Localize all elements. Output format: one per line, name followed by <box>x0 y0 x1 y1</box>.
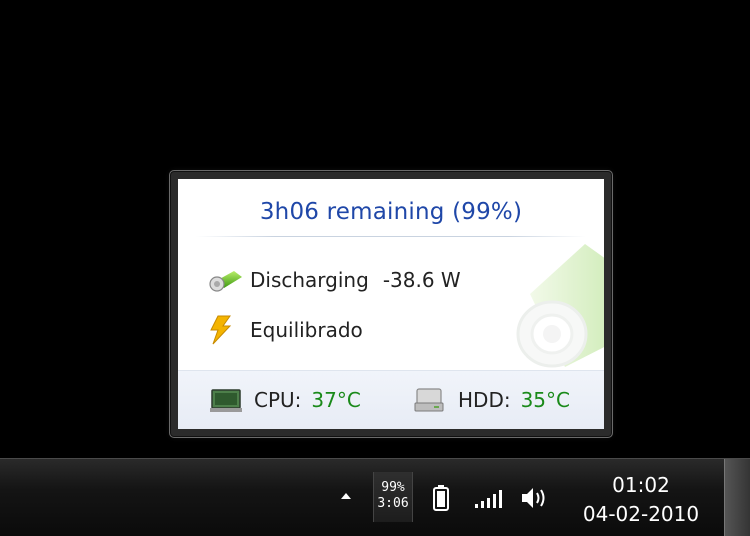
show-hidden-icons-arrow-icon[interactable] <box>339 489 353 503</box>
battery-charge-icon <box>208 264 248 296</box>
clock-time: 01:02 <box>612 473 670 497</box>
cpu-label: CPU: <box>254 388 302 412</box>
clock-date: 04-02-2010 <box>582 502 700 526</box>
battery-popup: 3h06 remaining (99%) Discharging -38.6 W… <box>169 170 613 438</box>
battery-icon[interactable] <box>432 484 450 512</box>
lightning-icon <box>208 314 248 346</box>
cpu-temp-item: CPU: 37°C <box>210 385 361 415</box>
power-plan-row[interactable]: Equilibrado <box>208 313 363 347</box>
power-plan-label[interactable]: Equilibrado <box>250 318 363 342</box>
title-divider <box>196 236 586 237</box>
power-value: -38.6 W <box>382 268 461 292</box>
taskbar: 99% 3:06 01:02 04-02-2010 <box>0 458 750 536</box>
system-clock[interactable]: 01:02 04-02-2010 <box>576 471 706 529</box>
battery-popup-body: 3h06 remaining (99%) Discharging -38.6 W… <box>178 179 604 429</box>
remaining-title: 3h06 remaining (99%) <box>259 199 523 225</box>
volume-icon[interactable] <box>520 484 550 512</box>
cpu-icon <box>210 386 254 414</box>
show-desktop-button[interactable] <box>724 459 750 536</box>
discharge-row: Discharging -38.6 W <box>208 263 461 297</box>
battery-percent: 99% <box>381 480 405 495</box>
status-label: Discharging <box>250 268 369 292</box>
temperature-footer: CPU: 37°C HDD: 35°C <box>178 370 604 429</box>
hdd-temp: 35°C <box>520 388 570 412</box>
hdd-temp-item: HDD: 35°C <box>414 385 570 415</box>
signal-icon[interactable] <box>473 484 503 512</box>
battery-watermark-icon <box>516 244 604 368</box>
hdd-label: HDD: <box>458 388 511 412</box>
battery-time: 3:06 <box>377 496 409 511</box>
cpu-temp: 37°C <box>311 388 361 412</box>
battery-tray-item[interactable]: 99% 3:06 <box>373 472 413 522</box>
hdd-icon <box>414 386 458 414</box>
